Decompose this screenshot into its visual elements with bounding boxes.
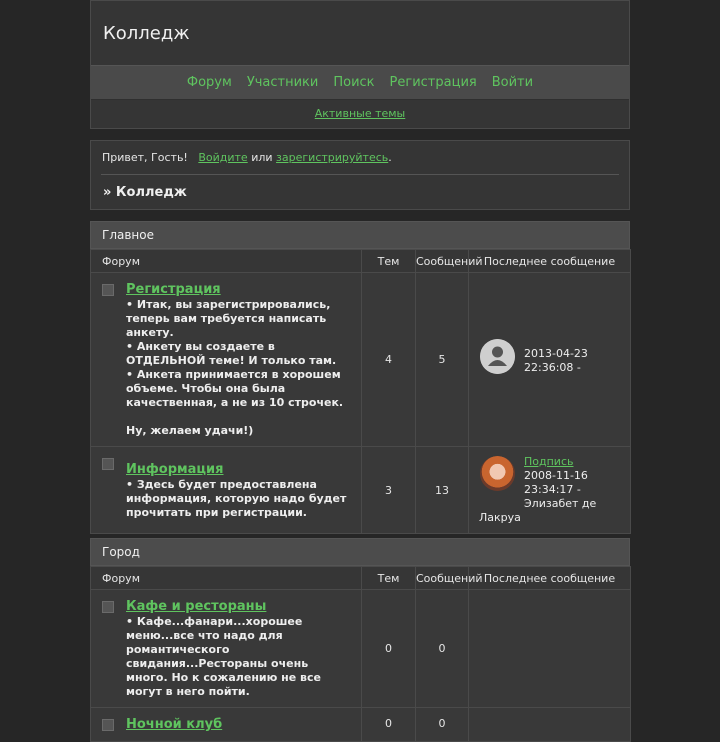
forum-status-icon — [102, 284, 114, 296]
active-topics-link[interactable]: Активные темы — [315, 107, 406, 120]
site-title: Колледж — [103, 23, 190, 44]
posts-count: 13 — [415, 446, 469, 534]
col-last-post: Последнее сообщение — [468, 249, 631, 273]
default-avatar-icon[interactable] — [480, 339, 515, 374]
user-photo-avatar[interactable] — [480, 456, 515, 491]
last-topic-link[interactable]: Подпись — [524, 455, 573, 468]
forum-table: Форум Тем Сообщений Последнее сообщение … — [90, 566, 631, 742]
nav-forum-link[interactable]: Форум — [187, 75, 232, 90]
forum-info: Информация • Здесь будет предоставлена и… — [90, 446, 362, 534]
welcome-line: Привет, Гость! Войдите или зарегистрируй… — [102, 151, 392, 164]
forum-title-link[interactable]: Кафе и рестораны — [126, 599, 349, 614]
forum-table: Форум Тем Сообщений Последнее сообщение … — [90, 249, 631, 534]
table-header-row: Форум Тем Сообщений Последнее сообщение — [90, 566, 631, 590]
divider — [101, 174, 619, 175]
period-text: . — [388, 151, 392, 164]
table-header-row: Форум Тем Сообщений Последнее сообщение — [90, 249, 631, 273]
breadcrumb: » Колледж — [103, 185, 187, 200]
col-topics: Тем — [361, 566, 416, 590]
last-post-cell — [468, 707, 631, 742]
last-post-cell: 2013-04-23 22:36:08 - — [468, 272, 631, 447]
forum-row: Ночной клуб 0 0 — [90, 707, 631, 742]
nav-search-link[interactable]: Поиск — [333, 75, 374, 90]
forum-info: Кафе и рестораны • Кафе...фанари...хорош… — [90, 589, 362, 708]
col-posts: Сообщений — [415, 249, 483, 273]
nav-login-link[interactable]: Войти — [492, 75, 533, 90]
greeting-text: Привет, Гость! — [102, 151, 188, 164]
forum-row: Регистрация • Итак, вы зарегистрировалис… — [90, 272, 631, 447]
posts-count: 0 — [415, 589, 469, 708]
forum-status-icon — [102, 458, 114, 470]
forum-row: Кафе и рестораны • Кафе...фанари...хорош… — [90, 589, 631, 708]
col-forum: Форум — [90, 566, 362, 590]
forum-description: • Здесь будет предоставлена информация, … — [126, 477, 347, 519]
col-topics: Тем — [361, 249, 416, 273]
topics-count: 0 — [361, 707, 416, 742]
active-topics-bar: Активные темы — [91, 99, 629, 128]
category-title: Главное — [90, 221, 630, 249]
last-post-info: Подпись 2008-11-16 23:34:17 - Элизабет д… — [524, 455, 620, 511]
nav-register-link[interactable]: Регистрация — [390, 75, 477, 90]
topics-count: 0 — [361, 589, 416, 708]
main-nav: Форум Участники Поиск Регистрация Войти — [91, 65, 629, 100]
last-post-date: 2008-11-16 23:34:17 - — [524, 469, 588, 496]
posts-count: 5 — [415, 272, 469, 447]
or-text: или — [251, 151, 273, 164]
forum-description: • Кафе...фанари...хорошее меню...все что… — [126, 615, 321, 698]
forum-title-link[interactable]: Информация — [126, 462, 349, 477]
topics-count: 4 — [361, 272, 416, 447]
forum-title-link[interactable]: Регистрация — [126, 282, 349, 297]
topics-count: 3 — [361, 446, 416, 534]
forum-info: Ночной клуб — [90, 707, 362, 742]
category-city: Город Форум Тем Сообщений Последнее сооб… — [90, 538, 631, 742]
col-last-post: Последнее сообщение — [468, 566, 631, 590]
site-header: Колледж Форум Участники Поиск Регистраци… — [90, 0, 630, 129]
forum-info: Регистрация • Итак, вы зарегистрировалис… — [90, 272, 362, 447]
forum-row: Информация • Здесь будет предоставлена и… — [90, 446, 631, 534]
last-post-author[interactable]: Элизабет де — [524, 497, 596, 510]
col-forum: Форум — [90, 249, 362, 273]
login-link[interactable]: Войдите — [198, 151, 247, 164]
nav-members-link[interactable]: Участники — [247, 75, 319, 90]
category-title: Город — [90, 538, 630, 566]
last-post-date: 2013-04-23 22:36:08 - — [524, 346, 588, 374]
forum-status-icon — [102, 601, 114, 613]
posts-count: 0 — [415, 707, 469, 742]
forum-description: • Итак, вы зарегистрировались, теперь ва… — [126, 298, 344, 437]
forum-title-link[interactable]: Ночной клуб — [126, 717, 349, 732]
col-posts: Сообщений — [415, 566, 483, 590]
register-link[interactable]: зарегистрируйтесь — [276, 151, 388, 164]
last-post-cell — [468, 589, 631, 708]
last-post-cell: Подпись 2008-11-16 23:34:17 - Элизабет д… — [468, 446, 631, 534]
forum-status-icon — [102, 719, 114, 731]
last-post-author-cont[interactable]: Лакруа — [479, 511, 620, 525]
category-main: Главное Форум Тем Сообщений Последнее со… — [90, 221, 631, 534]
welcome-box: Привет, Гость! Войдите или зарегистрируй… — [90, 140, 630, 210]
